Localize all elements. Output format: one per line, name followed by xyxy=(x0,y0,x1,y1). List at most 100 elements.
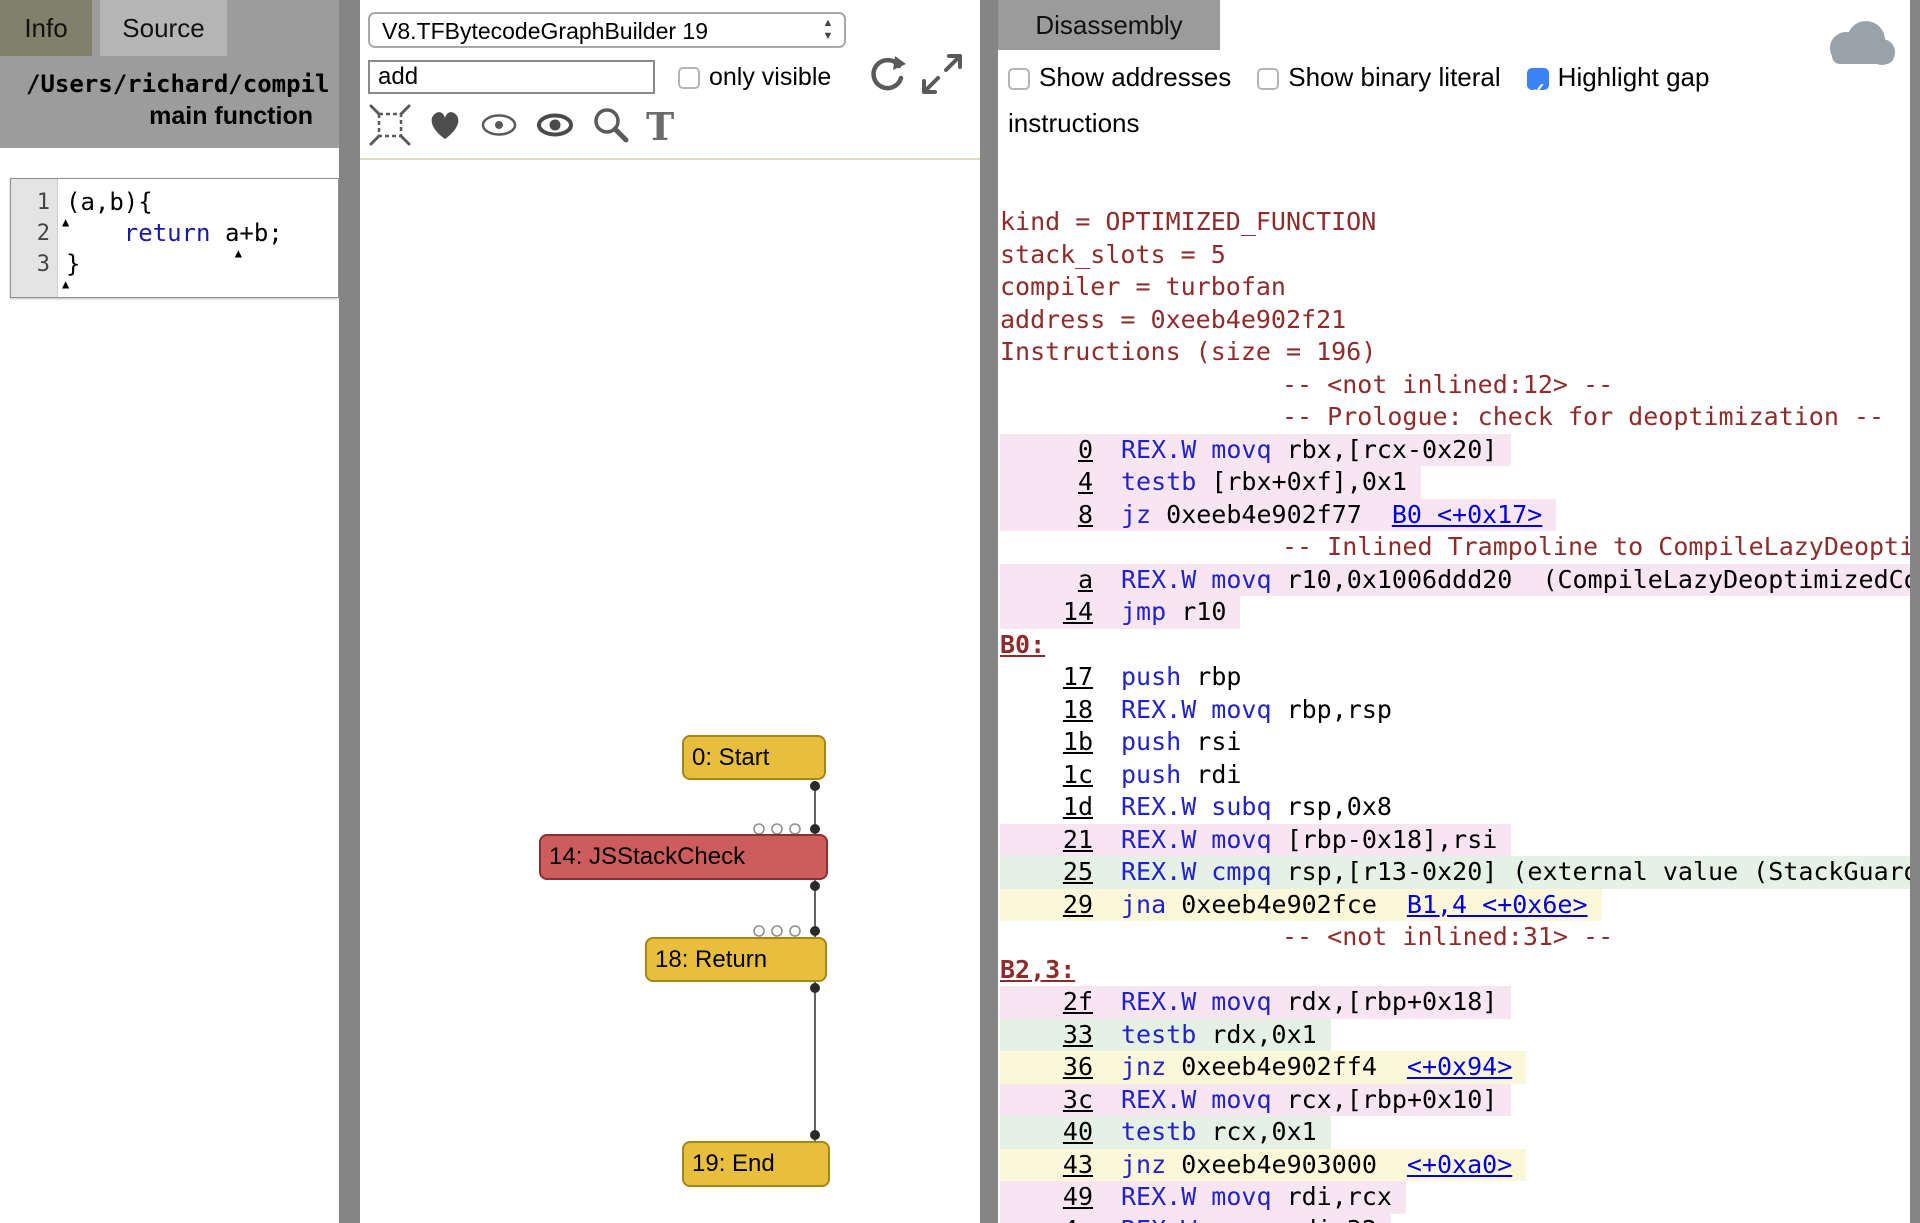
block-label-link[interactable]: B0: xyxy=(1000,630,1045,659)
source-line[interactable]: return a+b;▲ xyxy=(66,218,338,249)
instruction-mnemonic: jnz xyxy=(1121,1150,1181,1179)
turbolizer-logo-icon xyxy=(1822,16,1898,79)
graph-node-jsstackcheck[interactable]: 14: JSStackCheck xyxy=(539,834,828,880)
zoom-selection-icon[interactable] xyxy=(590,104,632,151)
instruction-mnemonic: REX.W movq xyxy=(1121,1182,1287,1211)
instruction-operands: rsp,0x8 xyxy=(1287,792,1392,821)
graph-node-start[interactable]: 0: Start xyxy=(682,735,826,780)
show-binary-literal-checkbox[interactable] xyxy=(1257,68,1279,90)
source-file-path: /Users/richard/compil xyxy=(0,56,339,98)
layout-graph-icon[interactable] xyxy=(368,103,412,152)
show-addresses-checkbox[interactable] xyxy=(1008,68,1030,90)
instruction-offset-link[interactable]: 2f xyxy=(1000,986,1093,1019)
source-line[interactable]: }▲ xyxy=(66,249,338,280)
toggle-types-icon[interactable]: T xyxy=(646,107,674,147)
instruction-mnemonic: REX.W movq xyxy=(1121,435,1287,464)
instruction-offset-link[interactable]: 18 xyxy=(1000,694,1093,727)
block-label-link[interactable]: B2,3: xyxy=(1000,955,1075,984)
instruction-mnemonic: jna xyxy=(1121,890,1181,919)
instruction-operands: [rbp-0x18],rsi xyxy=(1287,825,1498,854)
only-visible-label: only visible xyxy=(709,63,831,91)
hide-unselected-eye-icon[interactable] xyxy=(478,104,520,151)
function-name: main function xyxy=(0,98,339,131)
graph-edges xyxy=(360,0,980,1223)
jump-target-link[interactable]: B0 <+0x17> xyxy=(1392,500,1543,529)
node-search-input[interactable] xyxy=(368,60,655,94)
only-visible-checkbox[interactable] xyxy=(678,67,700,89)
jump-target-link[interactable]: <+0x94> xyxy=(1407,1052,1512,1081)
left-tabbar: Info Source xyxy=(0,0,339,56)
jump-target-link[interactable]: B1,4 <+0x6e> xyxy=(1407,890,1588,919)
phase-select[interactable]: V8.TFBytecodeGraphBuilder 19 ▲▼ xyxy=(368,12,846,48)
instruction-offset-link[interactable]: 43 xyxy=(1000,1149,1093,1182)
relayout-refresh-icon[interactable] xyxy=(865,52,911,103)
instruction-offset-link[interactable]: 1d xyxy=(1000,791,1093,824)
instruction-offset-link[interactable]: 49 xyxy=(1000,1181,1093,1214)
instruction-offset-link[interactable]: 4 xyxy=(1000,466,1093,499)
instruction-highlight: 17push rbp xyxy=(1000,661,1255,694)
source-line[interactable]: (a,b){▲ xyxy=(66,187,338,218)
disasm-line-instr: 21REX.W movq [rbp-0x18],rsi xyxy=(1000,824,1910,857)
instruction-offset-link[interactable]: 33 xyxy=(1000,1019,1093,1052)
instruction-offset-link[interactable]: 0 xyxy=(1000,434,1093,467)
instruction-highlight: 4cREX.W sarq rdi,32 xyxy=(1000,1214,1391,1223)
line-number: 2 xyxy=(11,218,57,249)
instruction-offset-link[interactable]: 1c xyxy=(1000,759,1093,792)
disasm-line-instr: 33testb rdx,0x1 xyxy=(1000,1019,1910,1052)
instruction-offset-link[interactable]: 36 xyxy=(1000,1051,1093,1084)
tab-info[interactable]: Info xyxy=(0,0,92,56)
source-code-view: 123 (a,b){▲ return a+b;▲}▲ xyxy=(10,178,339,298)
instruction-offset-link[interactable]: 21 xyxy=(1000,824,1093,857)
instruction-offset-link[interactable]: 8 xyxy=(1000,499,1093,532)
tab-source[interactable]: Source xyxy=(100,0,227,56)
instruction-operands: rsp,[r13-0x20] (external value (StackGua… xyxy=(1287,857,1910,886)
instruction-offset-link[interactable]: 29 xyxy=(1000,889,1093,922)
disasm-line-instr: 29jna 0xeeb4e902fceB1,4 <+0x6e> xyxy=(1000,889,1910,922)
expand-graph-icon[interactable] xyxy=(916,48,968,105)
comment-text: -- Inlined Trampoline to CompileLazyDeop… xyxy=(1282,532,1910,561)
source-segment: return xyxy=(124,219,211,247)
instruction-mnemonic: REX.W sarq xyxy=(1121,1215,1287,1223)
instruction-offset-link[interactable]: 3c xyxy=(1000,1084,1093,1117)
source-segment xyxy=(66,219,124,247)
disasm-line-meta: Instructions (size = 196) xyxy=(1000,336,1910,369)
instruction-mnemonic: REX.W movq xyxy=(1121,695,1287,724)
instruction-offset-link[interactable]: 40 xyxy=(1000,1116,1093,1149)
show-all-heart-icon[interactable] xyxy=(426,106,464,149)
disasm-line-comment: -- Inlined Trampoline to CompileLazyDeop… xyxy=(1000,531,1910,564)
instruction-mnemonic: testb xyxy=(1121,1020,1211,1049)
comment-text: -- <not inlined:31> -- xyxy=(1282,922,1613,951)
instruction-offset-link[interactable]: 1b xyxy=(1000,726,1093,759)
source-code-lines: (a,b){▲ return a+b;▲}▲ xyxy=(58,179,338,297)
show-addresses-label: Show addresses xyxy=(1039,62,1231,92)
disasm-line-instr: 3cREX.W movq rcx,[rbp+0x10] xyxy=(1000,1084,1910,1117)
instruction-mnemonic: REX.W movq xyxy=(1121,565,1287,594)
disasm-line-instr: 25REX.W cmpq rsp,[r13-0x20] (external va… xyxy=(1000,856,1910,889)
expand-marker-icon[interactable]: ▲ xyxy=(62,278,69,290)
tab-disassembly[interactable]: Disassembly xyxy=(998,0,1220,50)
metadata-text: kind = OPTIMIZED_FUNCTION xyxy=(1000,207,1376,236)
instruction-offset-link[interactable]: 17 xyxy=(1000,661,1093,694)
only-visible-option[interactable]: only visible xyxy=(678,63,831,92)
instruction-operands: [rbx+0xf],0x1 xyxy=(1211,467,1407,496)
instruction-highlight: 1bpush rsi xyxy=(1000,726,1255,759)
highlight-gap-instructions-checkbox[interactable] xyxy=(1527,68,1549,90)
source-pane: Info Source /Users/richard/compil main f… xyxy=(0,0,339,1223)
instruction-offset-link[interactable]: 14 xyxy=(1000,596,1093,629)
graph-node-end[interactable]: 19: End xyxy=(682,1141,830,1187)
instruction-offset-link[interactable]: 25 xyxy=(1000,856,1093,889)
jump-target-link[interactable]: <+0xa0> xyxy=(1407,1150,1512,1179)
instruction-offset-link[interactable]: 4c xyxy=(1000,1214,1093,1223)
graph-icons-row: T xyxy=(368,104,674,150)
graph-node-return[interactable]: 18: Return xyxy=(645,937,827,982)
source-info-header: /Users/richard/compil main function xyxy=(0,56,339,148)
disasm-line-comment: -- Prologue: check for deoptimization -- xyxy=(1000,401,1910,434)
disassembly-options: Show addressesShow binary literalHighlig… xyxy=(1008,54,1828,146)
disasm-line-instr: a REX.W movq r10,0x1006ddd20 (CompileLazy… xyxy=(1000,564,1910,597)
instruction-offset-link[interactable]: a xyxy=(1000,564,1093,597)
instruction-operands: r10,0x1006ddd20 (CompileLazyDeoptimizedC… xyxy=(1287,565,1910,594)
hide-selected-eye-icon[interactable] xyxy=(534,104,576,151)
line-number: 3 xyxy=(11,249,57,280)
disasm-line-instr: 4cREX.W sarq rdi,32 xyxy=(1000,1214,1910,1223)
source-segment: } xyxy=(66,250,80,278)
